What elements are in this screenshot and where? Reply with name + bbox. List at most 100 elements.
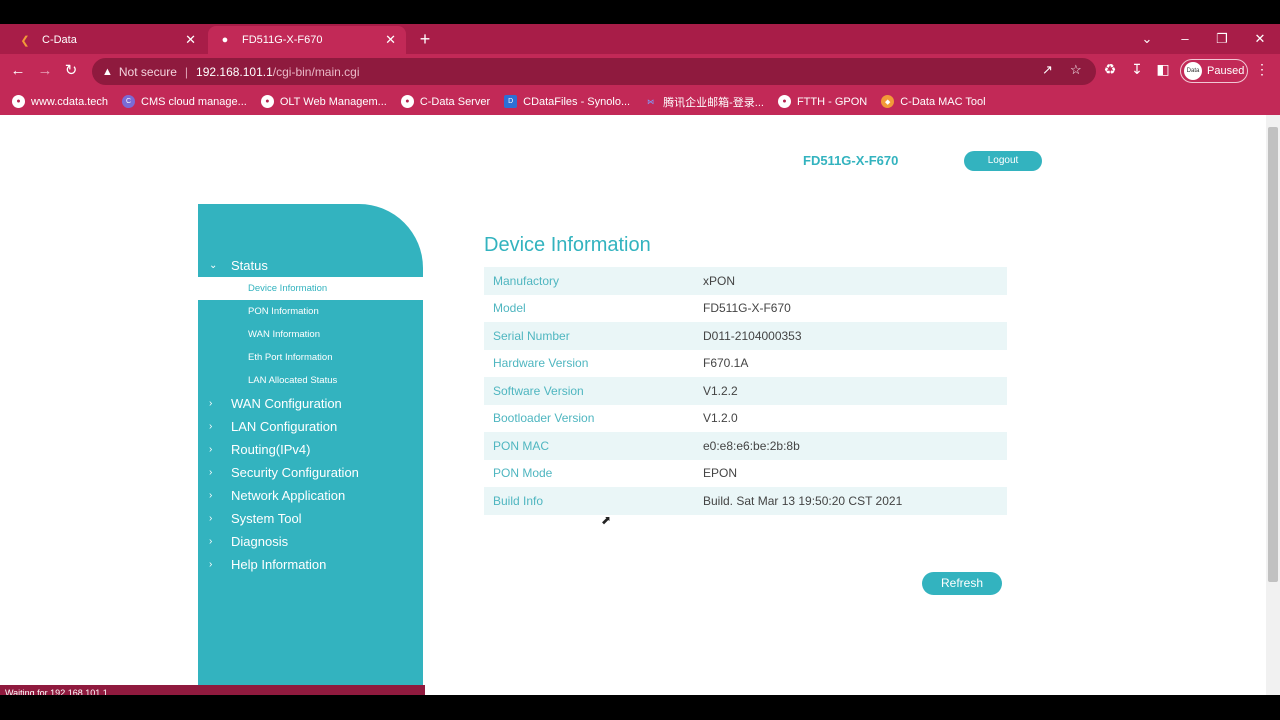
close-tab-icon[interactable]: ✕ — [385, 32, 396, 48]
sidebar-item-diagnosis[interactable]: › Diagnosis — [198, 530, 423, 553]
tab-search-icon[interactable]: ⌄ — [1132, 28, 1162, 50]
share-icon[interactable]: ↗ — [1042, 62, 1053, 78]
bookmark-item[interactable]: ● FTTH - GPON — [777, 95, 867, 108]
row-value: Build. Sat Mar 13 19:50:20 CST 2021 — [703, 493, 903, 508]
forward-button[interactable]: → — [34, 60, 56, 82]
tab-device[interactable]: ● FD511G-X-F670 ✕ — [208, 26, 406, 54]
menu-icon[interactable]: ⋮ — [1252, 61, 1272, 78]
row-key: Software Version — [493, 383, 584, 398]
table-row: Model FD511G-X-F670 — [484, 294, 1007, 322]
bookmark-star-icon[interactable]: ☆ — [1070, 62, 1082, 78]
page-scrollbar[interactable] — [1266, 115, 1280, 695]
refresh-button[interactable]: Refresh — [922, 572, 1002, 595]
profile-button[interactable]: Data Paused — [1180, 59, 1248, 83]
bookmark-item[interactable]: ● C-Data Server — [400, 95, 491, 108]
sidebar-item-label: Routing(IPv4) — [231, 442, 311, 457]
chevron-right-icon: › — [209, 421, 213, 432]
mouse-cursor-icon: ⬈ — [601, 513, 612, 527]
logout-button[interactable]: Logout — [964, 151, 1042, 171]
sidebar-subitem-wan-information[interactable]: WAN Information — [198, 323, 423, 346]
row-value: D011-2104000353 — [703, 328, 802, 343]
cdata-logo-icon: ❮ — [20, 34, 30, 47]
restore-button[interactable]: ❐ — [1207, 28, 1237, 50]
sidebar-subitem-eth-port-information[interactable]: Eth Port Information — [198, 346, 423, 369]
sidebar-subitem-pon-information[interactable]: PON Information — [198, 300, 423, 323]
address-host: 192.168.101.1 — [196, 64, 273, 79]
extensions-icon[interactable]: ♻ — [1100, 61, 1120, 78]
row-key: Bootloader Version — [493, 411, 595, 426]
globe-icon: ● — [260, 95, 274, 108]
tab-strip: ❮ C-Data ✕ ● FD511G-X-F670 ✕ + ⌄ – ❐ ✕ — [0, 24, 1280, 54]
sidebar-item-system-tool[interactable]: › System Tool — [198, 507, 423, 530]
bookmark-item[interactable]: ● OLT Web Managem... — [260, 95, 387, 108]
device-info-table: Manufactory xPON Model FD511G-X-F670 Seria… — [484, 267, 1007, 515]
table-row: PON MAC e0:e8:e6:be:2b:8b — [484, 432, 1007, 460]
mail-icon: ⋈ — [647, 98, 655, 106]
profile-status: Paused — [1207, 65, 1245, 77]
bookmark-item[interactable]: ● www.cdata.tech — [12, 95, 108, 108]
row-value: FD511G-X-F670 — [703, 301, 791, 316]
sidebar-item-label: Diagnosis — [231, 534, 289, 549]
row-value: e0:e8:e6:be:2b:8b — [703, 438, 800, 453]
bookmark-item[interactable]: C CMS cloud manage... — [122, 95, 247, 108]
bookmark-item[interactable]: ◆ C-Data MAC Tool — [881, 95, 986, 108]
table-row: Serial Number D011-2104000353 — [484, 322, 1007, 350]
new-tab-button[interactable]: + — [414, 28, 436, 50]
scrollbar-thumb[interactable] — [1268, 127, 1278, 582]
sidebar-item-label: Security Configuration — [231, 465, 359, 480]
sidebar-menu: ⌄ Status Device Information PON Informat… — [198, 254, 423, 576]
sidebar-item-label: LAN Configuration — [231, 419, 338, 434]
security-label: Not secure — [118, 64, 177, 79]
row-key: Model — [493, 301, 526, 316]
close-tab-icon[interactable]: ✕ — [185, 32, 196, 48]
page-title: Device Information — [484, 234, 651, 256]
tab-title: FD511G-X-F670 — [242, 34, 323, 46]
row-value: xPON — [703, 273, 736, 288]
chevron-down-icon: ⌄ — [209, 260, 218, 271]
row-key: PON MAC — [493, 438, 550, 453]
mac-tool-icon: ◆ — [881, 95, 895, 108]
sidebar-item-wan-configuration[interactable]: › WAN Configuration — [198, 392, 423, 415]
sidebar-item-routing[interactable]: › Routing(IPv4) — [198, 438, 423, 461]
sidebar-subitem-device-information[interactable]: Device Information — [198, 277, 423, 300]
sidebar-subitem-lan-allocated-status[interactable]: LAN Allocated Status — [198, 369, 423, 392]
sidebar: ⌄ Status Device Information PON Informat… — [198, 204, 423, 695]
close-window-button[interactable]: ✕ — [1245, 28, 1275, 50]
back-button[interactable]: ← — [7, 60, 29, 82]
chevron-right-icon: › — [209, 490, 213, 501]
sidebar-item-lan-configuration[interactable]: › LAN Configuration — [198, 415, 423, 438]
bookmark-label: 腾讯企业邮箱-登录... — [663, 96, 764, 109]
avatar: Data — [1184, 62, 1202, 80]
sidebar-item-status[interactable]: ⌄ Status — [198, 254, 423, 277]
table-row: Bootloader Version V1.2.0 — [484, 404, 1007, 432]
tab-title: C-Data — [42, 34, 77, 46]
address-separator: | — [184, 64, 189, 79]
address-bar[interactable]: ▲ Not secure | 192.168.101.1 /cgi-bin/ma… — [92, 58, 1096, 85]
page-viewport: FD511G-X-F670 Logout ⌄ Status Device Inf… — [0, 115, 1280, 695]
row-value: V1.2.2 — [703, 383, 738, 398]
sidebar-item-help-information[interactable]: › Help Information — [198, 553, 423, 576]
sidebar-item-security-configuration[interactable]: › Security Configuration — [198, 461, 423, 484]
bookmark-item[interactable]: ⋈ 腾讯企业邮箱-登录... — [644, 94, 764, 110]
bookmarks-bar: ● www.cdata.tech C CMS cloud manage... ● OL… — [0, 88, 1280, 115]
tab-cdata[interactable]: ❮ C-Data ✕ — [8, 26, 206, 54]
chevron-right-icon: › — [209, 467, 213, 478]
reload-button[interactable]: ↻ — [60, 60, 82, 82]
table-row: Hardware Version F670.1A — [484, 349, 1007, 377]
bookmark-label: www.cdata.tech — [31, 95, 109, 108]
warning-icon: ▲ — [102, 65, 113, 78]
sidebar-item-network-application[interactable]: › Network Application — [198, 484, 423, 507]
row-value: V1.2.0 — [703, 411, 738, 426]
download-icon[interactable]: ↧ — [1127, 61, 1147, 78]
browser-toolbar: ← → ↻ ▲ Not secure | 192.168.101.1 /cgi-… — [0, 54, 1280, 88]
bookmark-label: C-Data Server — [419, 95, 491, 108]
address-path: /cgi-bin/main.cgi — [272, 64, 360, 79]
side-panel-icon[interactable]: ◧ — [1153, 61, 1173, 78]
bookmark-item[interactable]: D CDataFiles - Synolo... — [504, 95, 630, 108]
chevron-right-icon: › — [209, 536, 213, 547]
minimize-button[interactable]: – — [1170, 28, 1200, 50]
chevron-right-icon: › — [209, 444, 213, 455]
sidebar-item-label: WAN Configuration — [231, 396, 342, 411]
row-key: Hardware Version — [493, 356, 589, 371]
sidebar-item-label: Network Application — [231, 488, 346, 503]
